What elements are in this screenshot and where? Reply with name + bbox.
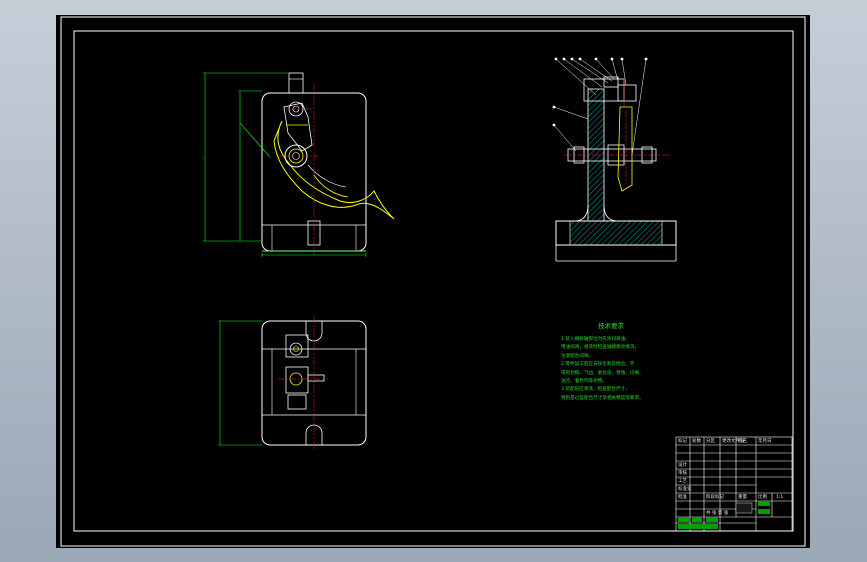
note-line: 3.装配前应清洗，检查配合尺寸， [561, 387, 630, 393]
inner-border [73, 30, 794, 532]
top-view [218, 315, 367, 451]
note-line: 注意配合间隙。 [561, 353, 594, 359]
outer-border [60, 16, 806, 547]
technical-notes-title: 技术要求 [598, 322, 624, 330]
note-line: 2.零件加工后应去除毛刺及锐边，不 [561, 362, 635, 368]
title-block [675, 436, 793, 532]
tb-header-0: 标记 [678, 439, 687, 444]
tb-row-0: 设计 [678, 463, 687, 468]
note-line: 得有划痕、飞边、氧化皮、锈蚀、切屑、 [561, 370, 644, 376]
technical-notes: 技术要求 1.装入端联轴部位时先涂润滑油， 用油润滑，组装时检查轴端跳动情况， … [561, 321, 661, 403]
cad-drawing: ‹ [60, 16, 806, 547]
note-line: 特别是过盈配合尺寸及相关精度等要求。 [561, 395, 644, 401]
tb-header-5: 年月日 [758, 439, 772, 444]
tb-scale-1: 重量 [738, 495, 747, 500]
tb-row-3: 标准化 [678, 487, 692, 492]
tb-header-4: 签名 [738, 439, 747, 444]
drawing-sheet: ‹ 技术要求 1.装入端联轴部位时先涂润滑油， 用油润滑，组装时检查轴端跳动情况… [56, 15, 810, 548]
svg-text:‹: ‹ [202, 155, 204, 160]
tb-row-2: 工艺 [678, 479, 687, 484]
note-line: 用油润滑，组装时检查轴端跳动情况， [561, 345, 640, 351]
tb-sheet-info: 共 张 第 张 [706, 511, 729, 516]
tb-header-2: 分区 [706, 439, 715, 444]
tb-header-1: 处数 [692, 439, 701, 444]
tb-row-4: 批准 [678, 495, 687, 500]
tb-scale-value: 1:1 [776, 495, 784, 500]
note-line: 1.装入端联轴部位时先涂润滑油， [561, 337, 630, 342]
note-line: 油污、着色剂等杂物。 [561, 379, 607, 385]
front-view: ‹ [202, 72, 395, 257]
side-section-view [552, 57, 677, 262]
cam-handle [273, 120, 395, 220]
tb-scale-0: 阶段标记 [706, 495, 724, 500]
tb-scale-2: 比例 [758, 495, 767, 500]
tb-row-1: 审核 [678, 471, 687, 476]
